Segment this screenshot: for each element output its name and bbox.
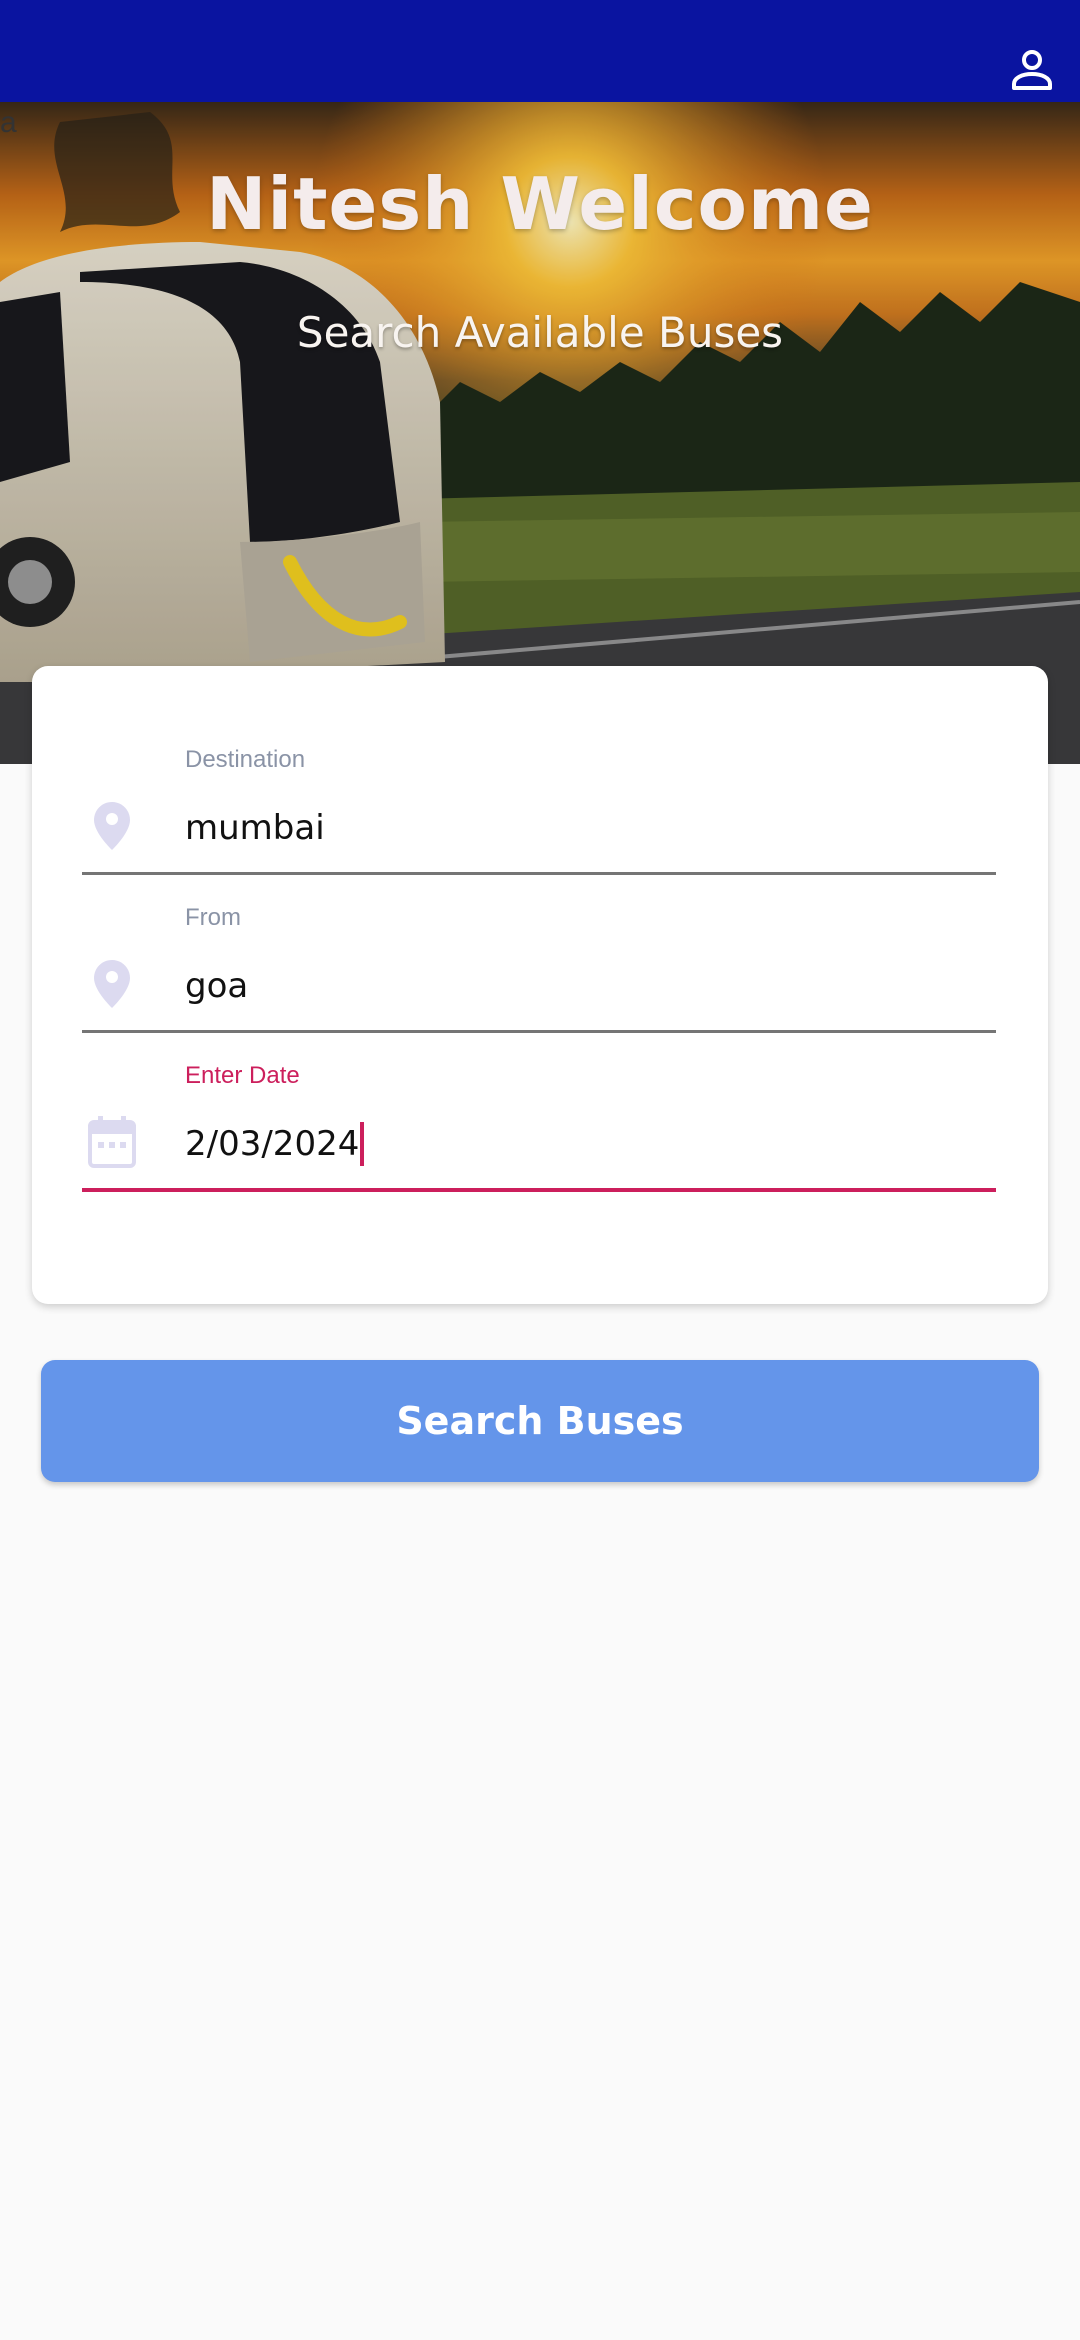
date-input[interactable]: 2/03/2024	[185, 1118, 985, 1170]
location-pin-icon	[82, 954, 142, 1014]
stray-text: a	[0, 106, 17, 139]
date-field[interactable]: Enter Date 2/03/2024	[82, 1062, 996, 1192]
date-label: Enter Date	[185, 1062, 300, 1089]
text-cursor	[360, 1122, 365, 1166]
from-label: From	[185, 904, 241, 931]
from-underline	[82, 1030, 996, 1033]
app-bar	[0, 0, 1080, 102]
destination-label: Destination	[185, 746, 306, 773]
date-underline	[82, 1188, 996, 1192]
location-pin-icon	[82, 796, 142, 856]
hero-subtitle: Search Available Buses	[296, 308, 784, 357]
hero-banner: a Nitesh Welcome Search Available Buses	[0, 102, 1080, 764]
calendar-icon	[82, 1112, 142, 1172]
destination-underline	[82, 872, 996, 875]
from-input[interactable]	[185, 960, 985, 1012]
destination-input[interactable]	[185, 802, 985, 854]
person-icon	[1012, 50, 1052, 90]
destination-field[interactable]: Destination	[82, 746, 996, 876]
welcome-title: Nitesh Welcome	[206, 162, 874, 246]
search-buses-button[interactable]: Search Buses	[41, 1360, 1039, 1482]
profile-button[interactable]	[1004, 40, 1060, 96]
date-value: 2/03/2024	[185, 1124, 360, 1164]
search-form-card: Destination From Enter Date	[32, 666, 1048, 1304]
from-field[interactable]: From	[82, 904, 996, 1034]
